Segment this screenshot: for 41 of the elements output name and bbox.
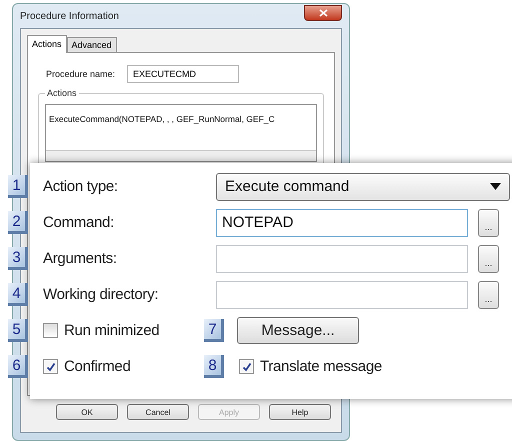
message-button[interactable]: Message... [237, 317, 359, 344]
browse-button[interactable]: ... [478, 208, 499, 236]
checkbox[interactable] [43, 323, 58, 338]
number-badge: 4 [8, 283, 28, 306]
actions-list[interactable]: ExecuteCommand(NOTEPAD, , , GEF_RunNormal, GEF_C [45, 104, 317, 162]
field-label: Procedure name: [46, 69, 116, 79]
list-item[interactable]: ExecuteCommand(NOTEPAD, , , GEF_RunNormal, GEF_C [49, 114, 275, 124]
field-label: Command: [43, 214, 115, 231]
input-field[interactable] [216, 280, 468, 308]
action-type-dropdown[interactable]: Execute command [216, 172, 510, 200]
number-badge: 1 [8, 175, 28, 198]
tab[interactable]: Advanced [66, 37, 117, 52]
input-field[interactable]: NOTEPAD [216, 208, 468, 236]
number-badge: 6 [8, 355, 28, 378]
close-button[interactable] [304, 5, 342, 21]
number-badge: 3 [8, 247, 28, 270]
field-label: Working directory: [43, 286, 160, 303]
checkbox-label: Translate message [260, 358, 382, 375]
browse-button[interactable]: ... [478, 280, 499, 308]
number-badge: 5 [8, 319, 28, 342]
checkbox[interactable] [43, 359, 58, 374]
dialog-button[interactable]: Help [269, 404, 331, 420]
close-icon [318, 9, 328, 17]
number-badge: 2 [8, 211, 28, 234]
checkbox[interactable] [239, 359, 254, 374]
field-label: Arguments: [43, 250, 118, 267]
tab[interactable]: Actions [27, 35, 67, 53]
number-badge: 7 [204, 319, 224, 342]
checkbox-label: Confirmed [64, 358, 130, 375]
input-field[interactable] [216, 244, 468, 272]
field-label: Action type: [43, 178, 119, 195]
browse-button[interactable]: ... [478, 244, 499, 272]
checkbox-label: Run minimized [64, 322, 160, 339]
group-title: Actions [45, 88, 79, 98]
scrollbar[interactable] [46, 150, 316, 161]
number-badge: 8 [204, 355, 224, 378]
window-title: Procedure Information [20, 10, 119, 22]
procedure-name-field[interactable]: EXECUTECMD [127, 65, 240, 83]
caret-icon [490, 183, 501, 190]
dialog-button[interactable]: OK [56, 404, 118, 420]
dialog-button[interactable]: Cancel [127, 404, 189, 420]
